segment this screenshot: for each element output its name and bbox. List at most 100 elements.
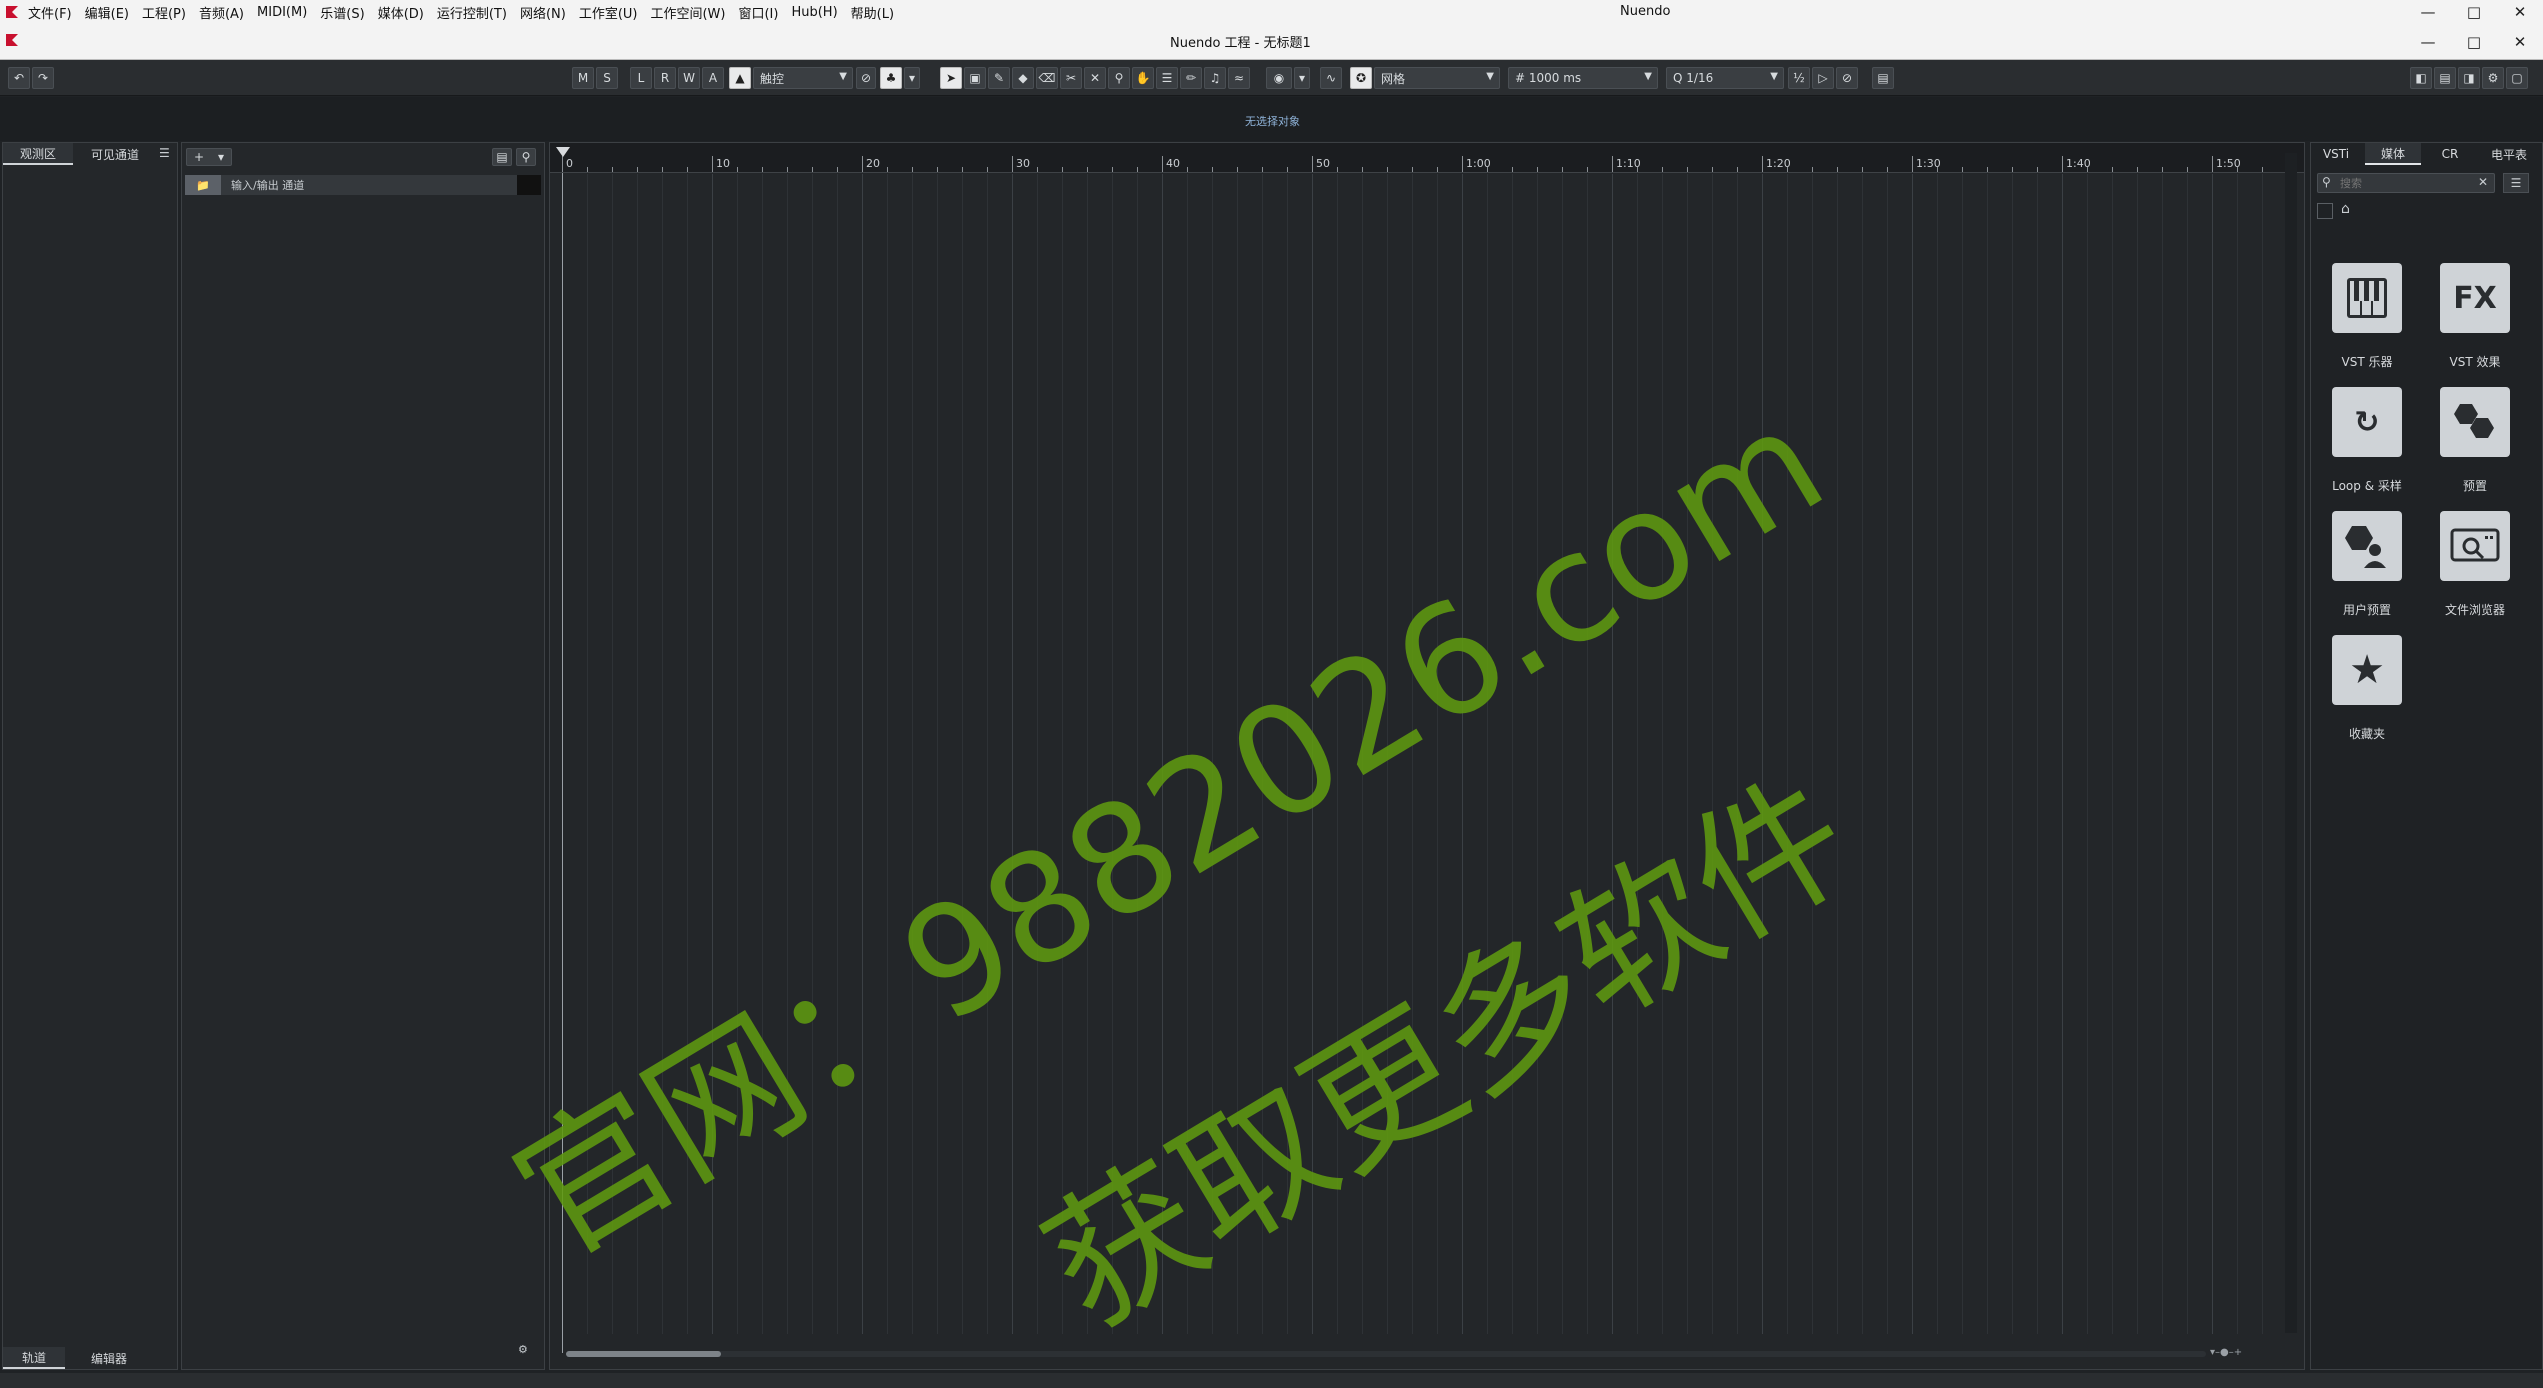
color-chevron-icon[interactable]: ▾ [1294, 67, 1310, 89]
menu-score[interactable]: 乐谱(S) [320, 3, 364, 22]
menu-transport[interactable]: 运行控制(T) [437, 3, 507, 22]
tab-editor[interactable]: 编辑器 [69, 1347, 149, 1369]
listen-button[interactable]: L [630, 67, 652, 89]
range-tool-icon[interactable]: ▣ [964, 67, 986, 89]
quantize-apply-icon[interactable]: ⊘ [1836, 67, 1858, 89]
vst-effects-tile[interactable]: FX [2440, 263, 2510, 333]
automation-button[interactable]: A [702, 67, 724, 89]
home-icon[interactable]: ⌂ [2341, 201, 2350, 217]
erase-tool-icon[interactable]: ⌫ [1036, 67, 1058, 89]
iterative-quantize-icon[interactable]: ½ [1788, 67, 1810, 89]
vst-instruments-tile[interactable] [2332, 263, 2402, 333]
group-mode-icon[interactable]: ♣ [880, 67, 902, 89]
scissors-tool-icon[interactable]: ✂ [1060, 67, 1082, 89]
grid-line [987, 174, 988, 1334]
project-maximize-icon[interactable]: □ [2451, 30, 2497, 54]
checkbox[interactable] [2317, 203, 2333, 219]
mute-button[interactable]: M [572, 67, 594, 89]
grid-value-select[interactable]: # 1000 ms ▼ [1508, 67, 1658, 89]
project-minimize-icon[interactable]: — [2405, 30, 2451, 54]
object-select-tool-icon[interactable]: ➤ [940, 67, 962, 89]
menu-file[interactable]: 文件(F) [28, 3, 72, 22]
media-panel: VSTi 媒体 CR 电平表 ⚲ ✕ ☰ ⌂ VST 乐器 FX VST 效果 … [2310, 142, 2543, 1370]
color-icon[interactable]: ◉ [1266, 67, 1292, 89]
lower-zone-icon[interactable]: ▤ [2434, 67, 2456, 89]
menu-workspace[interactable]: 工作空间(W) [650, 3, 725, 22]
align-icon[interactable]: ▤ [1872, 67, 1894, 89]
menu-media[interactable]: 媒体(D) [378, 3, 424, 22]
tab-vsti[interactable]: VSTi [2311, 143, 2361, 165]
quantize-settings-icon[interactable]: ▷ [1812, 67, 1834, 89]
tab-tracks[interactable]: 轨道 [3, 1347, 65, 1369]
menu-edit[interactable]: 编辑(E) [85, 3, 129, 22]
maximize-icon[interactable]: □ [2451, 0, 2497, 24]
read-button[interactable]: R [654, 67, 676, 89]
tab-media[interactable]: 媒体 [2365, 143, 2421, 165]
close-icon[interactable]: ✕ [2497, 0, 2543, 24]
search-icon[interactable]: ⚲ [516, 148, 536, 166]
user-presets-tile[interactable] [2332, 511, 2402, 581]
menu-studio[interactable]: 工作室(U) [579, 3, 638, 22]
panel-menu-icon[interactable]: ☰ [159, 146, 170, 160]
comp-tool-icon[interactable]: ☰ [1156, 67, 1178, 89]
media-search-input[interactable] [2338, 175, 2468, 191]
undo-icon[interactable]: ↶ [8, 67, 30, 89]
loops-samples-tile[interactable]: ↻ [2332, 387, 2402, 457]
warp-tool-icon[interactable]: ≈ [1228, 67, 1250, 89]
solo-button[interactable]: S [596, 67, 618, 89]
vertical-scrollbar[interactable] [2285, 153, 2297, 1333]
settings-icon[interactable]: ⚙ [2482, 67, 2504, 89]
group-mode-chevron-icon[interactable]: ▾ [904, 67, 920, 89]
file-browser-tile[interactable] [2440, 511, 2510, 581]
tab-observation[interactable]: 观测区 [3, 143, 73, 165]
automation-mode-select[interactable]: 触控 ▼ [753, 67, 853, 89]
add-track-button[interactable]: + ▾ [186, 148, 232, 166]
playhead-marker-icon[interactable] [556, 147, 570, 157]
snap-type-icon[interactable]: ✪ [1350, 67, 1372, 89]
track-visibility-icon[interactable]: ▤ [492, 148, 512, 166]
minimize-icon[interactable]: — [2405, 0, 2451, 24]
split-tool-icon[interactable]: ✎ [988, 67, 1010, 89]
draw-tool-icon[interactable]: ✏ [1180, 67, 1202, 89]
menu-hub[interactable]: Hub(H) [791, 5, 837, 20]
mute-tool-icon[interactable]: ✕ [1084, 67, 1106, 89]
file-browser-icon [2450, 528, 2500, 562]
write-button[interactable]: W [678, 67, 700, 89]
grid-line [2037, 174, 2038, 1334]
track-list: + ▾ ▤ ⚲ 📁 输入/输出 通道 ⚙ [181, 142, 545, 1370]
left-zone-icon[interactable]: ◧ [2410, 67, 2432, 89]
clear-search-icon[interactable]: ✕ [2478, 175, 2488, 189]
redo-icon[interactable]: ↷ [32, 67, 54, 89]
right-zone-icon[interactable]: ◨ [2458, 67, 2480, 89]
automation-mode-icon[interactable]: ▲ [729, 67, 751, 89]
snap-on-off-icon[interactable]: ∿ [1320, 67, 1342, 89]
tab-meter[interactable]: 电平表 [2479, 143, 2539, 165]
scrollbar-thumb[interactable] [566, 1351, 721, 1357]
menu-network[interactable]: 网络(N) [520, 3, 566, 22]
favorites-tile[interactable]: ★ [2332, 635, 2402, 705]
snap-type-select[interactable]: 网格 ▼ [1374, 67, 1500, 89]
play-tool-icon[interactable]: ♫ [1204, 67, 1226, 89]
zoom-tool-icon[interactable]: ⚲ [1108, 67, 1130, 89]
star-icon: ★ [2349, 647, 2385, 693]
track-row[interactable]: 📁 输入/输出 通道 [185, 175, 541, 195]
quantize-select[interactable]: Q 1/16 ▼ [1666, 67, 1784, 89]
media-search-field[interactable]: ⚲ ✕ [2317, 173, 2495, 193]
menu-project[interactable]: 工程(P) [142, 3, 186, 22]
edit-in-place-icon[interactable]: ⊘ [856, 67, 876, 89]
presets-tile[interactable] [2440, 387, 2510, 457]
menu-midi[interactable]: MIDI(M) [257, 5, 307, 20]
settings-icon[interactable]: ⚙ [518, 1343, 528, 1356]
menu-audio[interactable]: 音频(A) [199, 3, 244, 22]
glue-tool-icon[interactable]: ◆ [1012, 67, 1034, 89]
horizontal-scrollbar[interactable] [566, 1351, 2206, 1357]
tab-visibility[interactable]: 可见通道 [75, 143, 155, 165]
menu-help[interactable]: 帮助(L) [851, 3, 894, 22]
window-layout-icon[interactable]: ▢ [2506, 67, 2528, 89]
list-view-icon[interactable]: ☰ [2503, 173, 2529, 193]
menu-window[interactable]: 窗口(I) [738, 3, 778, 22]
zoom-slider[interactable]: ▾–●–+ [2210, 1347, 2290, 1361]
tab-cr[interactable]: CR [2425, 143, 2475, 165]
project-close-icon[interactable]: ✕ [2497, 30, 2543, 54]
hand-tool-icon[interactable]: ✋ [1132, 67, 1154, 89]
